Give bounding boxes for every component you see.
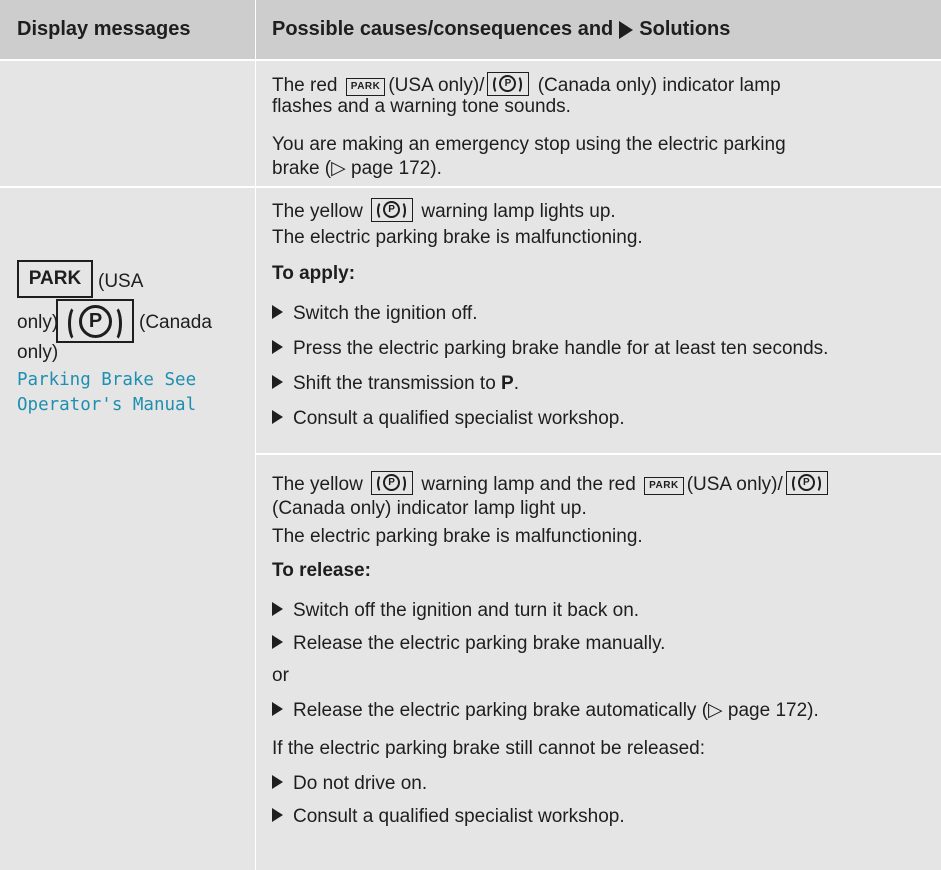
solution-arrow-icon — [619, 20, 634, 39]
step-arrow-icon — [272, 635, 283, 649]
header-causes-label: Possible causes/consequences and — [272, 18, 614, 40]
row2a-line1: The yellow P warning lamp lights up. — [272, 198, 616, 223]
row2a-line2: The electric parking brake is malfunctio… — [272, 227, 643, 248]
parking-brake-p-icon: P — [371, 198, 414, 222]
row1-line4: brake (▷ page 172). — [272, 158, 442, 179]
row2b-text-b: warning lamp and the red — [421, 474, 636, 495]
row2b-causes-cell: The yellow P warning lamp and the red PA… — [256, 455, 941, 870]
header-display-messages-label: Display messages — [17, 18, 191, 40]
release-step: Release the electric parking brake autom… — [272, 700, 819, 722]
park-indicator-icon: PARK — [345, 78, 386, 96]
row2a-text-a: The yellow — [272, 201, 363, 222]
header-display-messages: Display messages — [0, 0, 255, 59]
step-arrow-icon — [272, 410, 283, 424]
canada-label: (Canada — [139, 312, 212, 333]
release-step: Consult a qualified specialist workshop. — [272, 806, 625, 828]
row1-text-c: (Canada only) indicator lamp — [537, 75, 781, 96]
usa-label: (USA — [98, 271, 144, 292]
row1-text-b: (USA only)/ — [388, 75, 485, 96]
apply-step: Switch the ignition off. — [272, 303, 477, 325]
parking-brake-p-icon: P — [785, 471, 828, 495]
row1-line3: You are making an emergency stop using t… — [272, 134, 786, 155]
apply-step: Press the electric parking brake handle … — [272, 338, 828, 360]
row2b-line2: (Canada only) indicator lamp light up. — [272, 498, 587, 519]
display-message-line1: Parking Brake See — [17, 370, 197, 390]
only-label-2: only) — [17, 342, 59, 363]
step-arrow-icon — [272, 305, 283, 319]
release-note: If the electric parking brake still cann… — [272, 738, 706, 759]
release-step: Do not drive on. — [272, 773, 427, 795]
row1-display-cell — [0, 61, 255, 186]
only-label-1: only) — [17, 312, 59, 333]
row2b-line1: The yellow P warning lamp and the red PA… — [272, 471, 831, 496]
row1-causes-cell: The red PARK (USA only)/P (Canada only) i… — [256, 61, 941, 186]
row2b-text-c: (USA only)/ — [686, 474, 783, 495]
parking-brake-warning-icon: P — [56, 299, 134, 343]
park-indicator-icon: PARK — [644, 477, 684, 495]
header-solutions-label: Solutions — [639, 18, 731, 40]
row2b-text-a: The yellow — [272, 474, 363, 495]
row1-text-a: The red — [272, 75, 338, 96]
park-warning-icon: PARK — [17, 260, 93, 298]
row2a-causes-cell: The yellow P warning lamp lights up. The… — [256, 188, 941, 453]
parking-brake-p-icon: P — [487, 72, 530, 96]
to-apply-heading: To apply: — [272, 263, 356, 284]
step-arrow-icon — [272, 775, 283, 789]
step-arrow-icon — [272, 808, 283, 822]
parking-brake-p-icon: P — [371, 471, 414, 495]
header-causes-solutions: Possible causes/consequences and Solutio… — [256, 0, 941, 59]
or-label: or — [272, 665, 289, 686]
step-arrow-icon — [272, 602, 283, 616]
step-arrow-icon — [272, 702, 283, 716]
display-messages-table: Display messages Possible causes/consequ… — [0, 0, 941, 870]
release-step: Release the electric parking brake manua… — [272, 633, 665, 655]
step-arrow-icon — [272, 340, 283, 354]
row1-line1: The red PARK (USA only)/P (Canada only) i… — [272, 72, 781, 97]
row2b-line3: The electric parking brake is malfunctio… — [272, 526, 643, 547]
to-release-heading: To release: — [272, 560, 371, 581]
display-message-line2: Operator's Manual — [17, 395, 197, 415]
row2a-text-b: warning lamp lights up. — [421, 201, 616, 222]
release-step: Switch off the ignition and turn it back… — [272, 600, 639, 622]
apply-step: Consult a qualified specialist workshop. — [272, 408, 625, 430]
step-arrow-icon — [272, 375, 283, 389]
apply-step: Shift the transmission to P. — [272, 373, 519, 395]
row1-line2: flashes and a warning tone sounds. — [272, 96, 571, 117]
